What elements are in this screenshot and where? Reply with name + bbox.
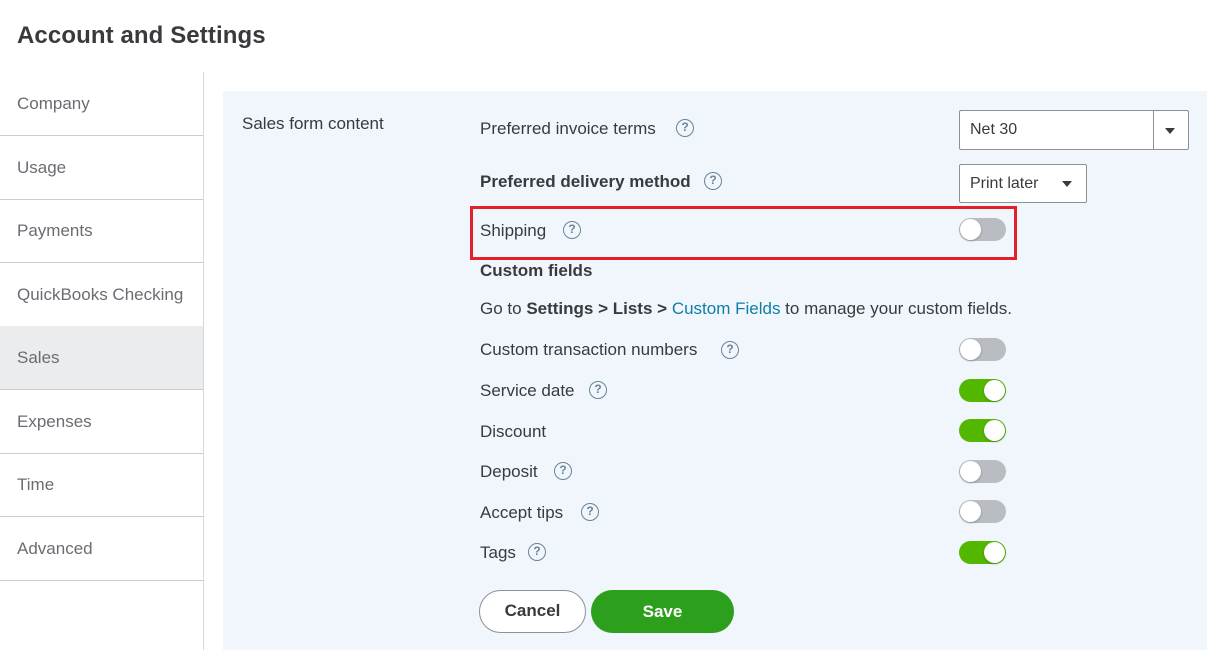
preferred-invoice-terms-label: Preferred invoice terms — [480, 119, 656, 138]
save-button[interactable]: Save — [591, 590, 734, 633]
page-title: Account and Settings — [17, 22, 266, 49]
sidebar-item-payments[interactable]: Payments — [0, 199, 203, 263]
section-label: Sales form content — [242, 114, 384, 133]
accept-tips-toggle[interactable] — [959, 500, 1006, 523]
path-lists: Lists — [612, 299, 653, 318]
delivery-method-label: Preferred delivery method — [480, 172, 691, 191]
settings-sidebar: Company Usage Payments QuickBooks Checki… — [0, 72, 204, 650]
deposit-label: Deposit — [480, 462, 538, 481]
toggle-knob — [984, 542, 1005, 563]
custom-fields-heading: Custom fields — [480, 261, 593, 280]
chevron-down-icon — [1062, 181, 1072, 187]
service-date-toggle[interactable] — [959, 379, 1006, 402]
toggle-knob — [984, 380, 1005, 401]
toggle-knob — [984, 420, 1005, 441]
help-icon[interactable]: ? — [554, 462, 572, 480]
delivery-method-value: Print later — [970, 175, 1039, 192]
help-icon[interactable]: ? — [589, 381, 607, 399]
toggle-knob — [960, 461, 981, 482]
sidebar-item-time[interactable]: Time — [0, 453, 203, 517]
instructions-suffix: to manage your custom fields. — [780, 299, 1012, 318]
discount-toggle[interactable] — [959, 419, 1006, 442]
help-icon[interactable]: ? — [581, 503, 599, 521]
help-icon[interactable]: ? — [721, 341, 739, 359]
invoice-terms-value: Net 30 — [970, 121, 1018, 138]
path-separator: > — [593, 299, 613, 318]
sidebar-item-advanced[interactable]: Advanced — [0, 517, 203, 581]
sidebar-item-sales[interactable]: Sales — [0, 326, 203, 390]
toggle-knob — [960, 339, 981, 360]
deposit-toggle[interactable] — [959, 460, 1006, 483]
tags-label: Tags — [480, 543, 516, 562]
help-icon[interactable]: ? — [676, 119, 694, 137]
dropdown-divider — [1153, 111, 1154, 149]
accept-tips-label: Accept tips — [480, 503, 564, 522]
service-date-label: Service date — [480, 381, 575, 400]
delivery-method-dropdown[interactable]: Print later — [959, 164, 1087, 203]
sidebar-item-usage[interactable]: Usage — [0, 136, 203, 200]
instructions-prefix: Go to — [480, 299, 527, 318]
custom-transaction-numbers-label: Custom transaction numbers — [480, 340, 698, 359]
highlight-box — [470, 206, 1017, 260]
sidebar-item-company[interactable]: Company — [0, 72, 203, 136]
invoice-terms-dropdown[interactable]: Net 30 — [959, 110, 1189, 150]
help-icon[interactable]: ? — [704, 172, 722, 190]
path-settings: Settings — [526, 299, 594, 318]
cancel-button[interactable]: Cancel — [479, 590, 586, 633]
discount-label: Discount — [480, 422, 547, 441]
sidebar-item-expenses[interactable]: Expenses — [0, 390, 203, 454]
path-separator: > — [652, 299, 672, 318]
custom-transaction-numbers-toggle[interactable] — [959, 338, 1006, 361]
toggle-knob — [960, 501, 981, 522]
tags-toggle[interactable] — [959, 541, 1006, 564]
custom-fields-instructions: Go to Settings > Lists > Custom Fields t… — [480, 299, 1012, 319]
help-icon[interactable]: ? — [528, 543, 546, 561]
chevron-down-icon — [1165, 128, 1175, 134]
sidebar-item-quickbooks-checking[interactable]: QuickBooks Checking — [0, 263, 203, 327]
custom-fields-link[interactable]: Custom Fields — [672, 299, 781, 318]
